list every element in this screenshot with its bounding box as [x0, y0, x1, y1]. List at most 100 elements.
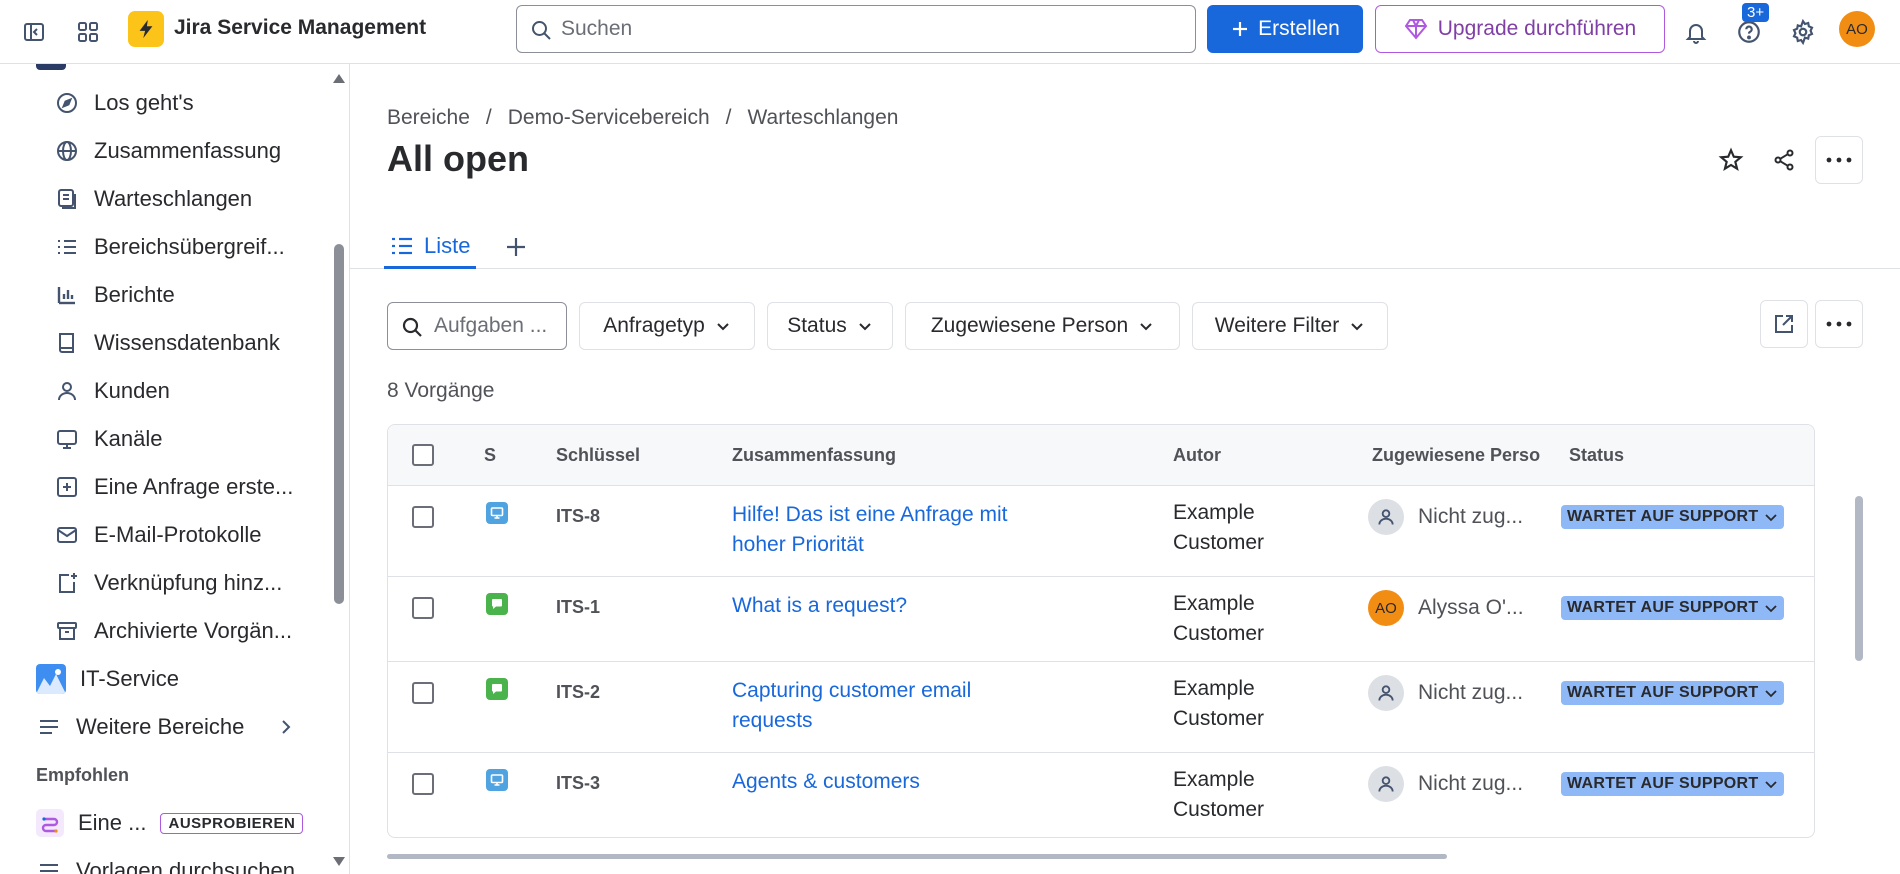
sidebar-item-summary[interactable]: Zusammenfassung [54, 131, 281, 171]
sidebar-item-label: Eine Anfrage erste... [94, 474, 294, 499]
sidebar-item-queues[interactable]: Warteschlangen [54, 179, 252, 219]
sidebar-item-channels[interactable]: Kanäle [54, 419, 163, 459]
create-button-label: Erstellen [1258, 17, 1340, 40]
app-switcher-icon[interactable] [68, 12, 108, 52]
chevron-down-icon [859, 323, 871, 331]
sidebar-item-archived[interactable]: Archivierte Vorgän... [54, 611, 292, 651]
create-button[interactable]: Erstellen [1207, 5, 1363, 53]
row-checkbox[interactable] [412, 682, 434, 704]
app-title[interactable]: Jira Service Management [174, 16, 426, 40]
status-badge[interactable]: WARTET AUF SUPPORT [1561, 772, 1785, 796]
plus-icon [1233, 22, 1248, 36]
status-badge[interactable]: WARTET AUF SUPPORT [1561, 681, 1785, 705]
filter-assignee[interactable]: Zugewiesene Person [905, 302, 1180, 350]
scroll-down-arrow[interactable] [333, 857, 345, 866]
view-tabs: Liste [350, 225, 1900, 269]
column-header-status[interactable]: Status [1569, 445, 1624, 466]
breadcrumb-item-demo-space[interactable]: Demo-Servicebereich [508, 106, 710, 130]
row-checkbox[interactable] [412, 773, 434, 795]
issue-assignee[interactable]: AO Alyssa O'... [1368, 590, 1524, 626]
column-header-assignee[interactable]: Zugewiesene Perso [1372, 445, 1540, 466]
issue-key[interactable]: ITS-8 [556, 506, 600, 527]
issue-summary-link[interactable]: Hilfe! Das ist eine Anfrage mit hoher Pr… [732, 500, 1052, 560]
status-label: WARTET AUF SUPPORT [1567, 684, 1759, 701]
issue-summary-link[interactable]: Agents & customers [732, 767, 1052, 797]
sidebar-item-getting-started[interactable]: Los geht's [54, 83, 194, 123]
sidebar-project-it-service[interactable]: IT-Service [36, 659, 179, 699]
column-header-type[interactable]: S [484, 445, 496, 466]
table-horizontal-scrollbar[interactable] [387, 854, 1447, 859]
more-actions-button[interactable] [1815, 136, 1863, 184]
status-badge[interactable]: WARTET AUF SUPPORT [1561, 596, 1785, 620]
sidebar-item-more-spaces[interactable]: Weitere Bereiche [36, 707, 296, 747]
issue-assignee[interactable]: Nicht zug... [1368, 499, 1523, 535]
sidebar-item-add-link[interactable]: Verknüpfung hinz... [54, 563, 282, 603]
star-icon[interactable] [1711, 140, 1751, 180]
issue-summary-link[interactable]: What is a request? [732, 591, 1052, 621]
issue-key[interactable]: ITS-2 [556, 682, 600, 703]
issue-key[interactable]: ITS-3 [556, 773, 600, 794]
scroll-up-arrow[interactable] [333, 74, 345, 83]
column-header-summary[interactable]: Zusammenfassung [732, 445, 896, 466]
plus-square-icon [54, 474, 80, 500]
row-checkbox[interactable] [412, 506, 434, 528]
open-external-button[interactable] [1760, 300, 1808, 348]
filter-more[interactable]: Weitere Filter [1192, 302, 1388, 350]
table-row[interactable]: ITS-1 What is a request? Example Custome… [388, 577, 1814, 662]
chevron-down-icon [1140, 323, 1152, 331]
table-row[interactable]: ITS-8 Hilfe! Das ist eine Anfrage mit ho… [388, 486, 1814, 577]
sidebar-item-create-request[interactable]: Eine Anfrage erste... [54, 467, 293, 507]
global-search[interactable] [516, 5, 1196, 53]
search-input[interactable] [561, 17, 1161, 41]
sidebar-item-reports[interactable]: Berichte [54, 275, 175, 315]
sidebar-item-email-logs[interactable]: E-Mail-Protokolle [54, 515, 262, 555]
recommended-section-label: Empfohlen [36, 765, 129, 785]
sidebar-item-cross-space[interactable]: Bereichsübergreif... [54, 227, 285, 267]
jira-logo-icon[interactable] [128, 11, 164, 47]
upgrade-button[interactable]: Upgrade durchführen [1375, 5, 1665, 53]
sidebar-scrollbar-thumb[interactable] [334, 244, 344, 604]
sidebar-item-customers[interactable]: Kunden [54, 371, 170, 411]
issue-key[interactable]: ITS-1 [556, 597, 600, 618]
sidebar-item-knowledge-base[interactable]: Wissensdatenbank [54, 323, 280, 363]
user-avatar[interactable]: AO [1839, 11, 1875, 47]
table-more-button[interactable] [1815, 300, 1863, 348]
issue-search-input[interactable] [434, 314, 559, 338]
column-header-author[interactable]: Autor [1173, 445, 1221, 466]
status-label: WARTET AUF SUPPORT [1567, 508, 1759, 525]
issue-search[interactable] [387, 302, 567, 350]
filter-status[interactable]: Status [767, 302, 893, 350]
monitor-request-type-icon [486, 502, 508, 524]
breadcrumb: Bereiche / Demo-Servicebereich / Wartesc… [387, 106, 898, 130]
breadcrumb-item-queues[interactable]: Warteschlangen [748, 106, 899, 130]
sidebar-item-recommended[interactable]: Eine ... AUSPROBIEREN [36, 803, 304, 843]
column-header-key[interactable]: Schlüssel [556, 445, 640, 466]
breadcrumb-item-spaces[interactable]: Bereiche [387, 106, 470, 130]
share-icon[interactable] [1764, 140, 1804, 180]
sidebar-item-label: Zusammenfassung [94, 138, 282, 163]
issue-assignee[interactable]: Nicht zug... [1368, 675, 1523, 711]
select-all-checkbox[interactable] [412, 444, 434, 466]
table-row[interactable]: ITS-3 Agents & customers Example Custome… [388, 753, 1814, 837]
list-icon [54, 234, 80, 260]
filter-label: Weitere Filter [1214, 314, 1340, 337]
project-avatar-icon [36, 664, 66, 694]
chat-request-type-icon [486, 593, 508, 615]
table-vertical-scrollbar[interactable] [1855, 496, 1863, 661]
chevron-right-icon [276, 717, 296, 737]
issue-summary-link[interactable]: Capturing customer email requests [732, 676, 1052, 736]
sidebar-item-label: Kunden [94, 378, 170, 403]
tab-list[interactable]: Liste [384, 225, 477, 269]
chat-request-type-icon [486, 678, 508, 700]
add-view-plus-icon[interactable] [498, 229, 534, 265]
sidebar-toggle-icon[interactable] [14, 12, 54, 52]
row-checkbox[interactable] [412, 597, 434, 619]
settings-gear-icon[interactable] [1783, 12, 1823, 52]
table-row[interactable]: ITS-2 Capturing customer email requests … [388, 662, 1814, 753]
notifications-bell-icon[interactable] [1676, 12, 1716, 52]
try-badge[interactable]: AUSPROBIEREN [160, 812, 304, 834]
sidebar-item-templates[interactable]: Vorlagen durchsuchen [36, 851, 295, 874]
filter-request-type[interactable]: Anfragetyp [579, 302, 755, 350]
status-badge[interactable]: WARTET AUF SUPPORT [1561, 505, 1785, 529]
issue-assignee[interactable]: Nicht zug... [1368, 766, 1523, 802]
